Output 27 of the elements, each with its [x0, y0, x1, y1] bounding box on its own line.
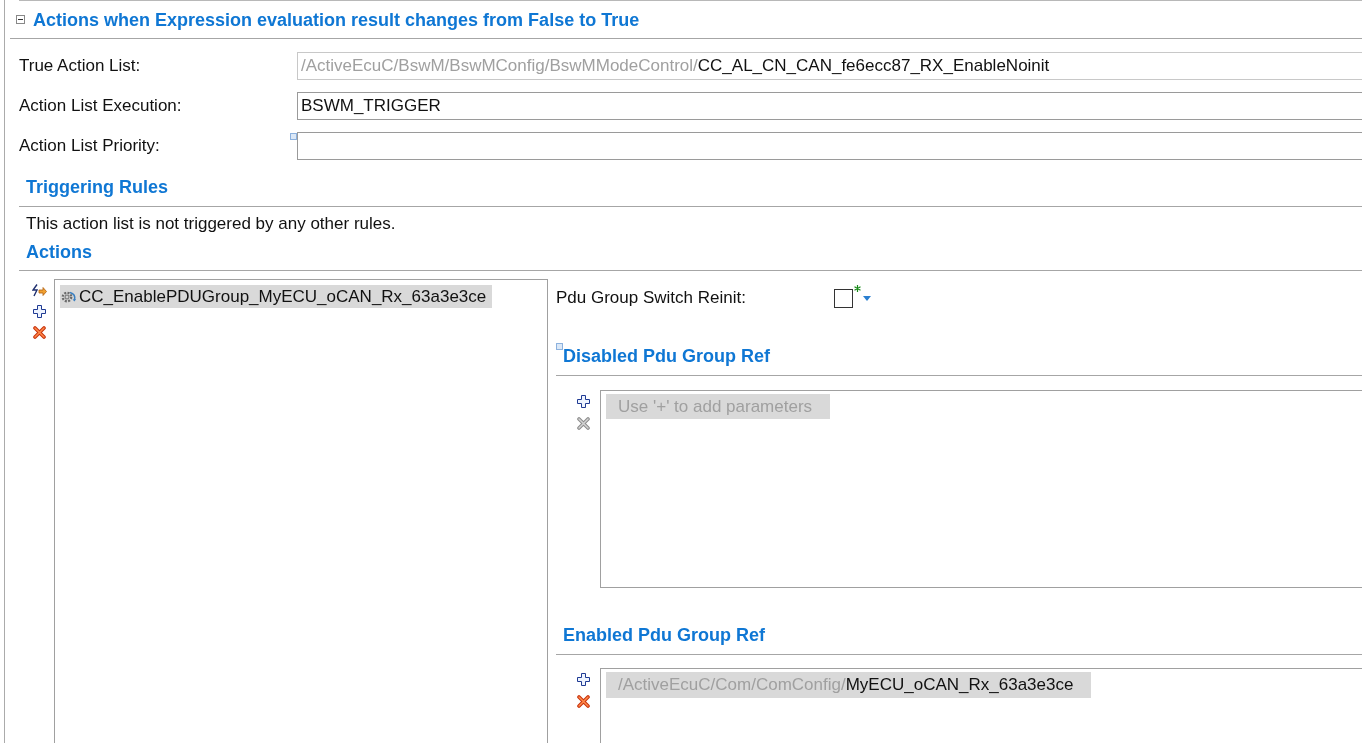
field-label: Action List Priority:	[19, 135, 161, 157]
field-label: Pdu Group Switch Reinit:	[556, 287, 747, 310]
input-field[interactable]: BSWM_TRIGGER	[297, 92, 1362, 120]
add-icon[interactable]	[33, 305, 46, 318]
list-item[interactable]: /ActiveEcuC/Com/ComConfig/MyECU_oCAN_Rx_63a3e3ce	[606, 672, 1092, 698]
add-icon[interactable]	[577, 395, 590, 408]
lightning-arrow-icon[interactable]	[32, 284, 47, 297]
section-heading: Triggering Rules	[26, 176, 169, 198]
field-label: Action List Execution:	[19, 95, 183, 117]
gear-icon	[61, 289, 77, 304]
info-text: This action list is not triggered by any other rules.	[26, 213, 396, 235]
collapse-icon[interactable]	[16, 15, 25, 24]
section-heading: Actions	[26, 241, 92, 263]
remove-icon[interactable]	[33, 326, 46, 339]
field-label: True Action List:	[19, 55, 142, 77]
dropdown-caret-icon[interactable]	[863, 295, 871, 301]
section-heading: Disabled Pdu Group Ref	[563, 345, 771, 367]
reference-field[interactable]: /ActiveEcuC/BswM/BswMConfig/BswMModeControl/CC_AL_CN_CAN_fe6ecc87_RX_EnableNoinit	[297, 52, 1362, 80]
remove-icon[interactable]	[577, 695, 590, 708]
input-field[interactable]	[297, 132, 1362, 160]
asterisk-icon	[854, 285, 861, 292]
list-item[interactable]: CC_EnablePDUGroup_MyECU_oCAN_Rx_63a3e3ce	[60, 285, 493, 308]
section-title: Actions when Expression evaluation result changes from False to True	[33, 8, 640, 31]
placeholder-text: Use '+' to add parameters	[606, 394, 831, 419]
add-icon[interactable]	[577, 673, 590, 686]
section-heading: Enabled Pdu Group Ref	[563, 624, 765, 646]
checkbox[interactable]	[834, 288, 853, 308]
